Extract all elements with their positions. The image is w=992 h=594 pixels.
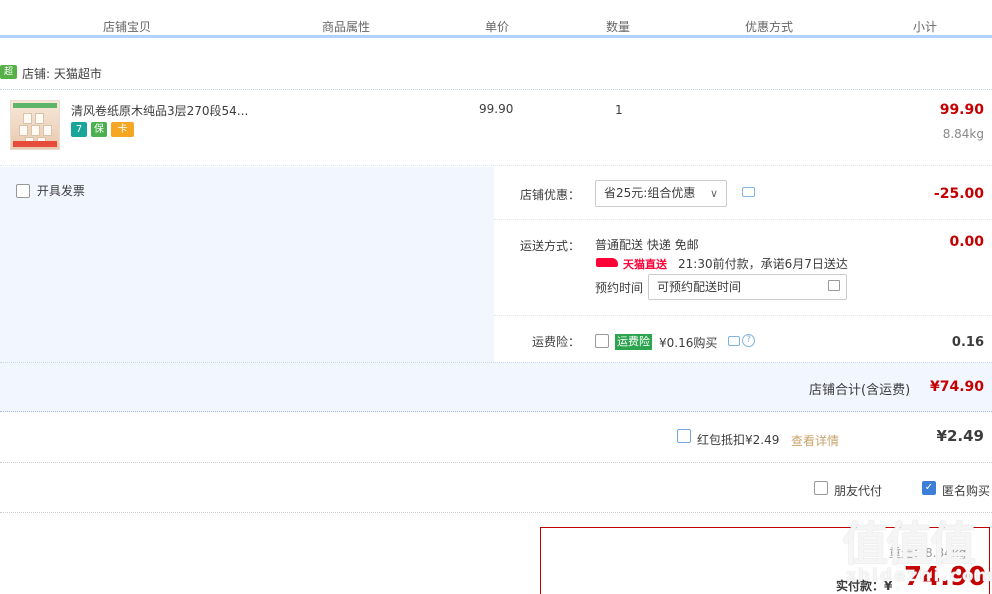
discount-selected: 省25元:组合优惠 [604, 186, 696, 200]
tmall-delivery-badge: 天猫直送 [623, 258, 667, 271]
watermark-site: zhidezhi.com [846, 566, 992, 586]
discount-select[interactable]: 省25元:组合优惠 ∨ [595, 180, 727, 207]
header-col-discount: 优惠方式 [745, 20, 794, 34]
insurance-desc: ¥0.16购买 [659, 336, 718, 350]
header-col-subtotal: 小计 [913, 20, 938, 34]
red-packet-amount: ¥2.49 [936, 427, 984, 445]
item-weight: 8.84kg [942, 127, 984, 141]
shipping-method: 普通配送 快递 免邮 [595, 238, 699, 252]
invoice-checkbox[interactable] [16, 183, 30, 198]
header-col-shop-item: 店铺宝贝 [103, 20, 152, 34]
item-title[interactable]: 清风卷纸原木纯品3层270段54... [71, 102, 248, 119]
product-thumbnail[interactable] [10, 100, 60, 150]
payment-options-row: 朋友代付 ✓ 匿名购买 [0, 463, 992, 513]
shop-total-label: 店铺合计(含运费) [809, 383, 911, 398]
header-col-unit-price: 单价 [485, 20, 510, 34]
discount-amount: -25.00 [933, 186, 984, 202]
friend-pay-checkbox[interactable] [814, 481, 828, 495]
watermark-logo: 值值值 [842, 517, 976, 571]
discount-label: 店铺优惠： [520, 188, 581, 202]
item-subtotal: 99.90 [939, 102, 984, 118]
red-packet-details-link[interactable]: 查看详情 [791, 432, 839, 449]
delivery-promise: 21:30前付款，承诺6月7日送达 [678, 257, 848, 271]
insurance-label: 运费险： [532, 335, 581, 349]
red-packet-checkbox[interactable] [677, 429, 691, 443]
insurance-amount: 0.16 [951, 335, 984, 350]
7day-return-icon[interactable]: 7 [71, 122, 87, 137]
invoice-label: 开具发票 [36, 184, 85, 198]
header-col-quantity: 数量 [606, 20, 631, 34]
comment-icon[interactable] [728, 336, 740, 346]
table-header: 店铺宝贝 商品属性 单价 数量 优惠方式 小计 [0, 0, 992, 38]
anonymous-checkbox[interactable]: ✓ [922, 481, 936, 495]
friend-pay-label: 朋友代付 [834, 484, 883, 498]
shop-name[interactable]: 店铺: 天猫超市 [22, 65, 102, 82]
guarantee-icon[interactable]: 保 [91, 122, 107, 137]
anonymous-label: 匿名购买 [942, 484, 991, 498]
shop-row: 超市 店铺: 天猫超市 [0, 62, 992, 91]
tmall-supermarket-icon: 超市 [0, 65, 17, 91]
comment-icon[interactable] [742, 187, 755, 197]
schedule-time-input[interactable]: 可预约配送时间 [648, 274, 847, 300]
chevron-down-icon: ∨ [709, 187, 718, 200]
shop-total-amount: ¥74.90 [929, 379, 984, 395]
shop-total-row: 店铺合计(含运费) ¥74.90 [0, 362, 992, 412]
invoice-option[interactable]: 开具发票 [16, 182, 85, 199]
schedule-label: 预约时间 [595, 281, 644, 295]
help-icon[interactable]: ? [742, 334, 755, 347]
header-col-attributes: 商品属性 [322, 20, 371, 34]
quantity: 1 [615, 103, 623, 117]
order-options-panel: 开具发票 店铺优惠： 省25元:组合优惠 ∨ -25.00 运送方式： 普通配送… [0, 167, 992, 412]
red-packet-label: 红包抵扣¥2.49 [697, 433, 780, 447]
insurance-tag: 运费险 [615, 334, 652, 350]
card-payment-icon[interactable]: 卡 [111, 122, 134, 137]
red-packet-row: 红包抵扣¥2.49 查看详情 ¥2.49 [0, 413, 992, 463]
shipping-label: 运送方式： [520, 239, 581, 253]
calendar-icon[interactable] [828, 280, 840, 291]
unit-price: 99.90 [479, 102, 514, 116]
shipping-amount: 0.00 [949, 234, 984, 250]
schedule-time-value: 可预约配送时间 [657, 280, 742, 294]
item-row: 清风卷纸原木纯品3层270段54... 7 保 卡 99.90 1 99.90 … [0, 91, 992, 166]
insurance-checkbox[interactable] [595, 334, 609, 348]
tmall-cat-icon [596, 258, 618, 267]
